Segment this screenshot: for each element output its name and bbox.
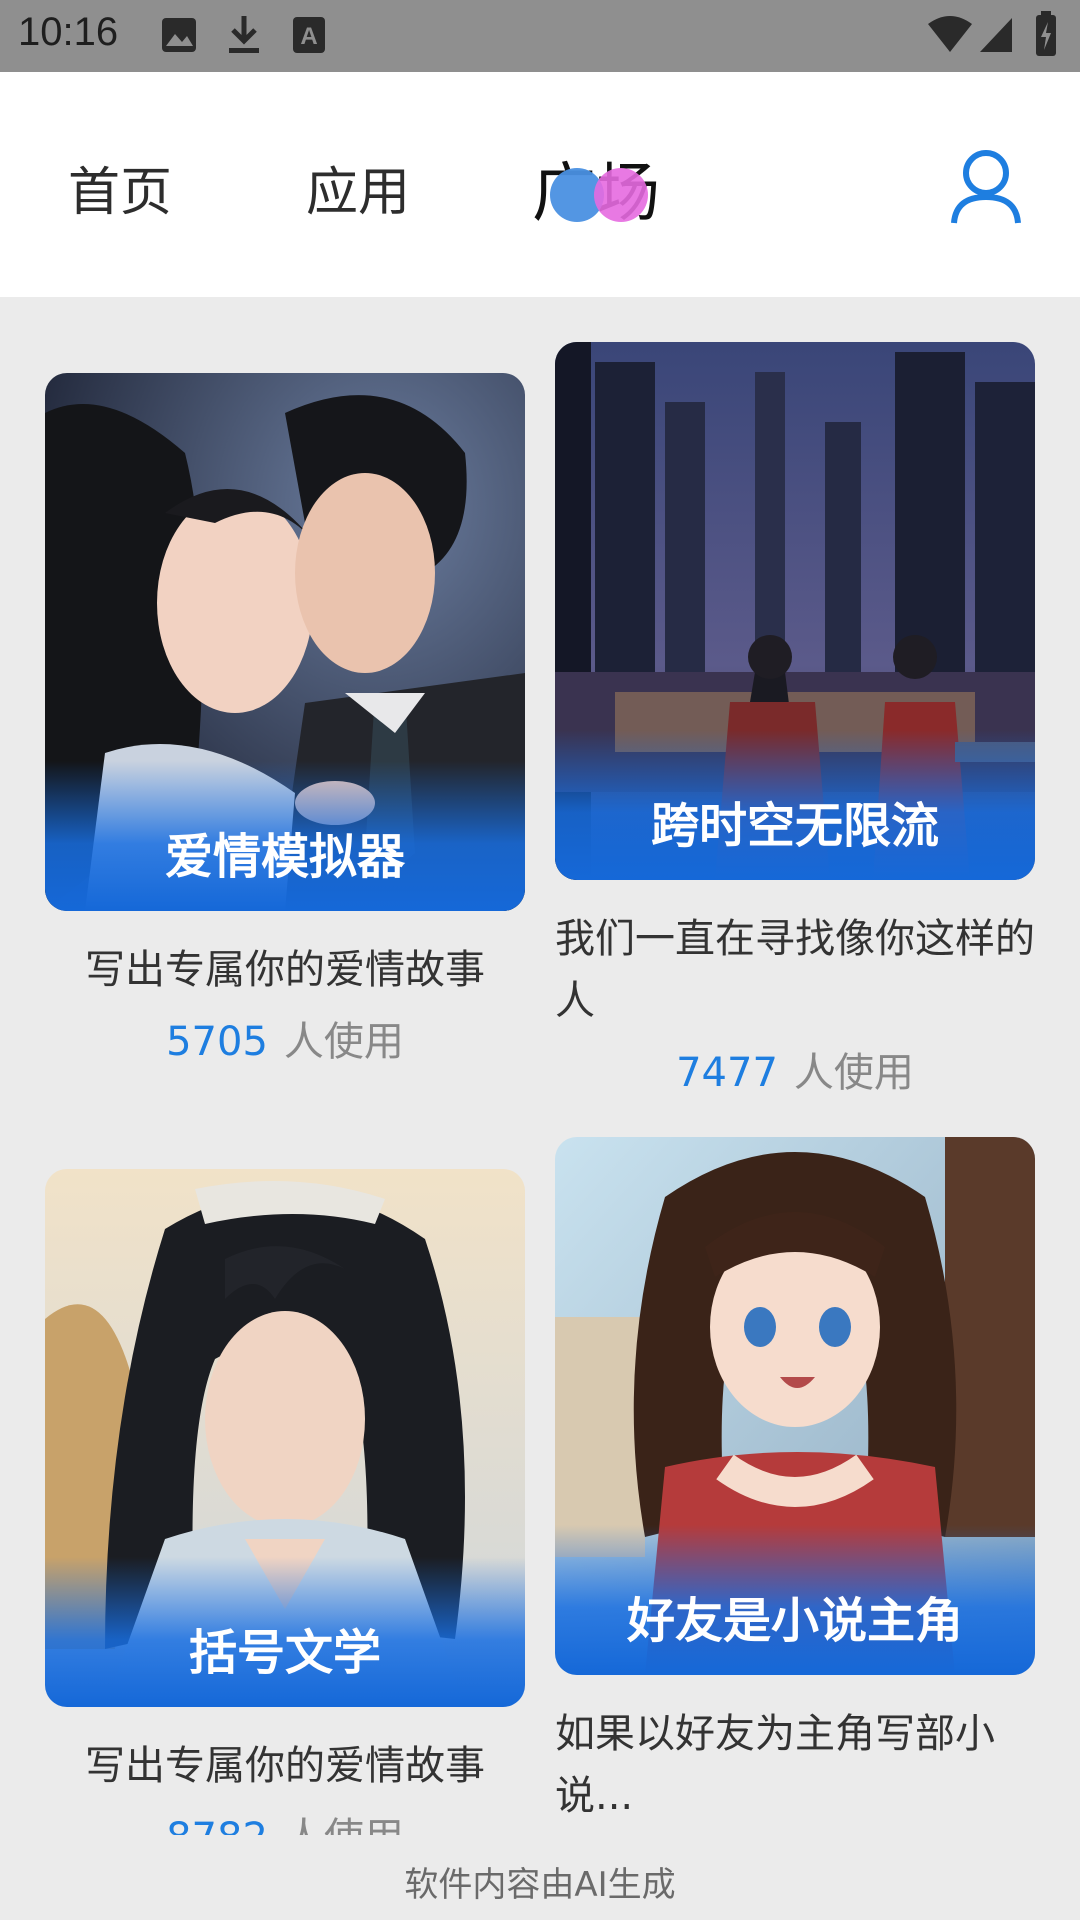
tab-apps[interactable]: 应用 <box>306 150 410 225</box>
wifi-icon <box>928 16 972 52</box>
usage-suffix: 人使用 <box>284 1815 404 1835</box>
ai-generated-notice: 软件内容由AI生成 <box>0 1835 1080 1920</box>
top-navigation: 首页 应用 广场 <box>0 72 1080 297</box>
app-card-love-simulator[interactable]: 爱情模拟器 写出专属你的爱情故事 5705 人使用 <box>45 373 525 1067</box>
download-icon <box>229 16 259 53</box>
card-title: 爱情模拟器 <box>164 829 405 885</box>
card-description: 写出专属你的爱情故事 <box>85 947 485 993</box>
active-tab-indicator <box>550 168 650 228</box>
usage-count: 5705 人使用 <box>45 1009 525 1067</box>
card-description: 写出专属你的爱情故事 <box>85 1743 485 1789</box>
tab-home[interactable]: 首页 <box>68 150 172 225</box>
card-image: 好友是小说主角 <box>555 1137 1035 1675</box>
usage-number: 5705 <box>166 1019 268 1065</box>
usage-count: 8782 人使用 <box>45 1805 525 1835</box>
usage-count: 7477 人使用 <box>555 1040 1035 1098</box>
card-image: 括号文学 <box>45 1169 525 1707</box>
image-icon <box>162 18 196 52</box>
app-card-friend-protagonist[interactable]: 好友是小说主角 如果以好友为主角写部小说... <box>555 1137 1035 1827</box>
card-grid: 爱情模拟器 写出专属你的爱情故事 5705 人使用 跨时空无限流 我们一直在寻找… <box>0 297 1080 1835</box>
status-time: 10:16 <box>18 10 119 54</box>
card-title: 跨时空无限流 <box>650 798 939 854</box>
usage-number: 8782 <box>166 1815 268 1835</box>
usage-suffix: 人使用 <box>793 1050 914 1096</box>
app-card-infinite-flow[interactable]: 跨时空无限流 我们一直在寻找像你这样的人 7477 人使用 <box>555 342 1035 1098</box>
card-image: 爱情模拟器 <box>45 373 525 911</box>
text-a-icon: A <box>293 17 325 53</box>
usage-suffix: 人使用 <box>283 1019 404 1065</box>
card-title: 括号文学 <box>188 1625 381 1681</box>
usage-number: 7477 <box>676 1050 778 1096</box>
svg-text:A: A <box>300 23 317 50</box>
user-icon[interactable] <box>950 147 1022 227</box>
status-bar: 10:16 A <box>0 0 1080 72</box>
card-description: 如果以好友为主角写部小说... <box>555 1711 995 1819</box>
app-card-bracket-literature[interactable]: 括号文学 写出专属你的爱情故事 8782 人使用 <box>45 1169 525 1835</box>
card-image: 跨时空无限流 <box>555 342 1035 880</box>
card-description: 我们一直在寻找像你这样的人 <box>555 916 1035 1024</box>
signal-icon <box>980 18 1012 52</box>
card-title: 好友是小说主角 <box>626 1593 963 1649</box>
battery-charging-icon <box>1036 11 1056 56</box>
